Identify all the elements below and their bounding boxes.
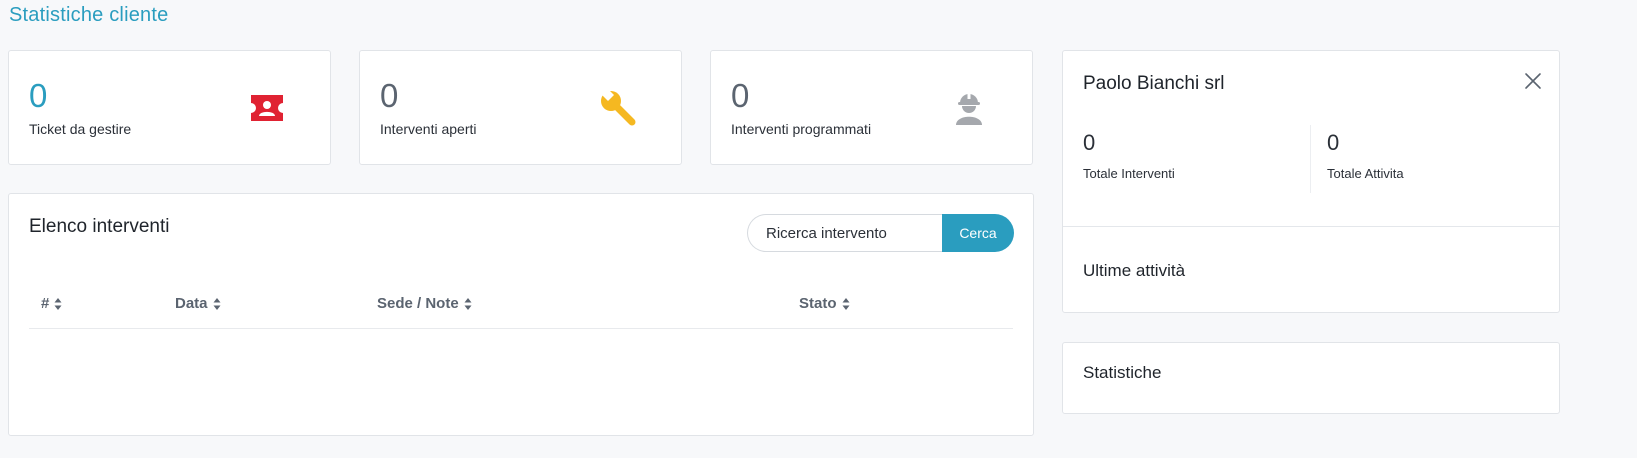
search-group: Cerca xyxy=(747,214,1014,252)
column-header-status[interactable]: Stato xyxy=(799,295,850,312)
sort-icon xyxy=(842,297,849,310)
recent-activities-title: Ultime attività xyxy=(1083,261,1186,280)
search-input[interactable] xyxy=(747,214,943,252)
table-header: # Data Sede / Note Stato xyxy=(29,282,1013,329)
interventions-title: Elenco interventi xyxy=(29,216,170,237)
column-header-id[interactable]: # xyxy=(41,295,62,312)
client-name: Paolo Bianchi srl xyxy=(1083,73,1225,94)
stat-value: 0 xyxy=(29,77,48,114)
stat-value: 0 xyxy=(731,77,750,114)
stat-label: Ticket da gestire xyxy=(29,121,132,137)
total-interventions-label: Totale Interventi xyxy=(1083,166,1175,181)
ticket-icon xyxy=(251,95,283,121)
stat-card-tickets: 0 Ticket da gestire xyxy=(8,50,331,165)
statistics-title: Statistiche xyxy=(1083,363,1162,382)
total-interventions-value: 0 xyxy=(1083,130,1096,155)
statistics-card: Statistiche xyxy=(1062,342,1560,414)
column-label: Sede / Note xyxy=(377,295,459,312)
total-activities-value: 0 xyxy=(1327,130,1340,155)
stat-label: Interventi aperti xyxy=(380,121,477,137)
column-header-date[interactable]: Data xyxy=(175,295,221,312)
total-activities: 0 Totale Attivita xyxy=(1327,129,1404,181)
search-button[interactable]: Cerca xyxy=(942,214,1014,252)
column-label: Stato xyxy=(799,295,837,312)
sort-icon xyxy=(54,297,62,310)
stat-value: 0 xyxy=(380,77,399,114)
stat-label: Interventi programmati xyxy=(731,121,872,137)
divider xyxy=(1310,125,1311,193)
divider xyxy=(1063,226,1559,227)
total-interventions: 0 Totale Interventi xyxy=(1083,129,1175,181)
sort-icon xyxy=(464,297,472,310)
total-activities-label: Totale Attivita xyxy=(1327,166,1404,181)
column-label: Data xyxy=(175,295,208,312)
worker-icon xyxy=(956,93,982,125)
column-header-location-notes[interactable]: Sede / Note xyxy=(377,295,472,312)
close-icon[interactable] xyxy=(1523,71,1543,91)
wrench-icon xyxy=(600,87,636,126)
sort-icon xyxy=(213,297,221,310)
stat-card-scheduled-interventions: 0 Interventi programmati xyxy=(710,50,1033,165)
interventions-card: Elenco interventi Cerca # Data Sede / No… xyxy=(8,193,1034,436)
stat-card-open-interventions: 0 Interventi aperti xyxy=(359,50,682,165)
client-card: Paolo Bianchi srl 0 Totale Interventi 0 … xyxy=(1062,50,1560,313)
page-title: Statistiche cliente xyxy=(9,4,169,26)
column-label: # xyxy=(41,295,50,312)
